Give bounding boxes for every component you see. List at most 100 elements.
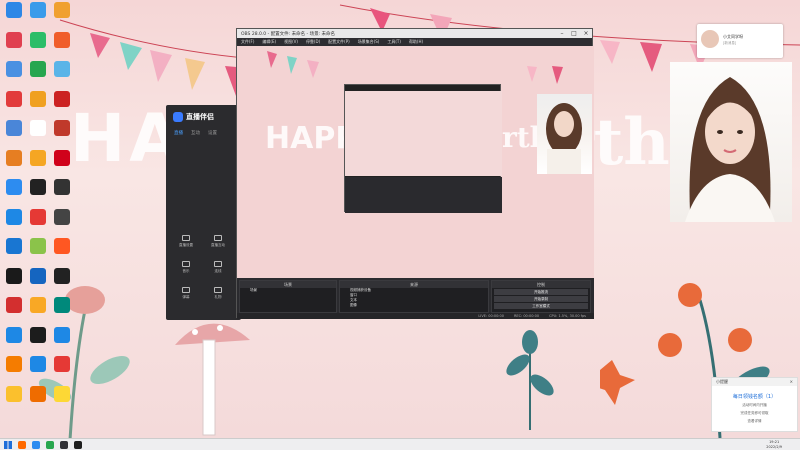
app-icon (6, 208, 22, 225)
desktop-shortcut[interactable] (26, 149, 50, 178)
desktop-shortcut[interactable] (26, 208, 50, 237)
notification-popup[interactable]: 小提醒 × 每日领钱名额（1） 活动时间内开播 完成任务即可领取 查看详情 (711, 377, 798, 432)
desktop-shortcut[interactable] (2, 326, 26, 355)
desktop-shortcut[interactable] (26, 90, 50, 119)
obs-dock-area: 场景 场景 来源 视频捕获设备 窗口 文本 图像 控制 开始推流 开始录制 工作… (237, 278, 594, 319)
desktop-shortcut[interactable] (26, 326, 50, 355)
desktop-shortcut[interactable] (2, 238, 26, 266)
desktop-shortcut[interactable] (50, 149, 74, 178)
app-icon (30, 31, 46, 48)
app-icon (6, 61, 22, 77)
desktop-shortcut[interactable] (26, 385, 50, 414)
desktop-shortcut[interactable] (50, 179, 74, 207)
live-tab-2[interactable]: 设置 (208, 130, 217, 136)
notification-line-2[interactable]: 查看详情 (712, 419, 797, 424)
desktop-shortcut[interactable] (50, 120, 74, 148)
desktop-shortcut[interactable] (2, 179, 26, 207)
desktop-shortcut[interactable] (26, 238, 50, 266)
menu-scene-collection[interactable]: 场景集合(S) (358, 39, 380, 45)
desktop-shortcut[interactable] (26, 179, 50, 207)
desktop-shortcut[interactable] (2, 61, 26, 89)
preview-person-image (546, 103, 582, 174)
live-app-title: 直播伴侣 (186, 113, 214, 121)
desktop-shortcut[interactable] (50, 356, 74, 384)
desktop-shortcut[interactable] (50, 61, 74, 89)
desktop-shortcut[interactable] (50, 297, 74, 325)
mushroom-decoration (175, 323, 250, 436)
desktop-shortcut[interactable] (2, 2, 26, 30)
live-tool-button[interactable]: 连线 (206, 261, 230, 281)
desktop-shortcut[interactable] (2, 90, 26, 119)
app-icon (54, 90, 70, 107)
taskbar-obs-icon[interactable] (60, 440, 68, 449)
app-icon (30, 179, 46, 195)
desktop-shortcut[interactable] (2, 356, 26, 384)
studio-mode-button[interactable]: 工作室模式 (494, 303, 588, 309)
close-icon[interactable]: × (580, 30, 592, 37)
live-tool-button[interactable]: 直播互动 (206, 235, 230, 255)
live-tool-button[interactable]: 直播设置 (174, 235, 198, 255)
start-recording-button[interactable]: 开始录制 (494, 296, 588, 302)
desktop-shortcut[interactable] (2, 267, 26, 296)
desktop-shortcut[interactable] (50, 238, 74, 266)
preview-webcam-source (537, 94, 592, 174)
desktop-shortcut[interactable] (2, 120, 26, 148)
desktop-shortcut[interactable] (26, 120, 50, 148)
windows-start-icon[interactable] (4, 440, 12, 449)
live-tab-1[interactable]: 互动 (191, 130, 200, 136)
desktop-shortcut[interactable] (50, 2, 74, 30)
menu-profile[interactable]: 配置文件(P) (328, 39, 350, 45)
desktop-shortcut[interactable] (2, 385, 26, 414)
menu-edit[interactable]: 编辑(E) (262, 39, 276, 45)
tool-icon (182, 261, 190, 267)
desktop-shortcut[interactable] (50, 267, 74, 296)
desktop-shortcut[interactable] (2, 208, 26, 237)
sources-panel: 来源 视频捕获设备 窗口 文本 图像 (339, 280, 489, 313)
taskbar-app-icon[interactable] (18, 440, 26, 449)
menu-tools[interactable]: 工具(T) (387, 39, 401, 45)
maximize-icon[interactable]: □ (568, 30, 580, 37)
live-tab-0[interactable]: 直播 (174, 130, 183, 136)
desktop-shortcut[interactable] (2, 31, 26, 60)
tool-label: 直播互动 (211, 243, 225, 247)
chat-notification[interactable]: 小艾同学呀 [新消息] (697, 24, 783, 58)
desktop-shortcut[interactable] (50, 31, 74, 60)
app-icon (54, 149, 70, 166)
menu-dock[interactable]: 停靠(D) (306, 39, 320, 45)
scene-item[interactable]: 场景 (240, 288, 336, 293)
desktop-shortcut[interactable] (2, 149, 26, 178)
obs-window[interactable]: OBS 28.0.0 - 配置文件: 未命名 - 场景: 未命名 – □ × 文… (236, 28, 594, 319)
desktop-shortcut[interactable] (26, 297, 50, 325)
desktop-shortcut[interactable] (26, 267, 50, 296)
desktop-shortcut[interactable] (50, 208, 74, 237)
taskbar-app-icon[interactable] (74, 440, 82, 449)
live-companion-window[interactable]: 直播伴侣 直播 互动 设置 直播设置 直播互动音乐 连线 弹幕 礼物 (166, 105, 241, 320)
close-icon[interactable]: × (790, 378, 793, 386)
live-tool-button[interactable]: 音乐 (174, 261, 198, 281)
obs-window-title: OBS 28.0.0 - 配置文件: 未命名 - 场景: 未命名 (241, 31, 336, 37)
menu-view[interactable]: 视图(V) (284, 39, 298, 45)
desktop-shortcut[interactable] (50, 90, 74, 119)
desktop-shortcut[interactable] (2, 297, 26, 325)
live-tool-button[interactable]: 礼物 (206, 287, 230, 307)
desktop-shortcut[interactable] (50, 385, 74, 414)
app-icon (6, 326, 22, 343)
desktop-shortcut[interactable] (26, 2, 50, 30)
desktop-shortcut[interactable] (26, 61, 50, 89)
app-icon (54, 385, 70, 402)
obs-preview[interactable]: HAPP rth (237, 46, 594, 278)
status-live: LIVE: 00:00:00 (478, 314, 504, 318)
minimize-icon[interactable]: – (556, 30, 568, 37)
menu-file[interactable]: 文件(F) (241, 39, 254, 45)
clock[interactable]: 19:21 2022/2/9 (766, 440, 782, 449)
desktop-shortcut[interactable] (50, 326, 74, 355)
source-item-3[interactable]: 图像 (340, 303, 488, 308)
start-streaming-button[interactable]: 开始推流 (494, 289, 588, 295)
desktop-shortcut[interactable] (26, 31, 50, 60)
desktop-shortcut[interactable] (26, 356, 50, 384)
menu-help[interactable]: 帮助(H) (409, 39, 423, 45)
app-icon (30, 208, 46, 225)
live-tool-button[interactable]: 弹幕 (174, 287, 198, 307)
taskbar-app-icon[interactable] (46, 440, 54, 449)
taskbar-app-icon[interactable] (32, 440, 40, 449)
